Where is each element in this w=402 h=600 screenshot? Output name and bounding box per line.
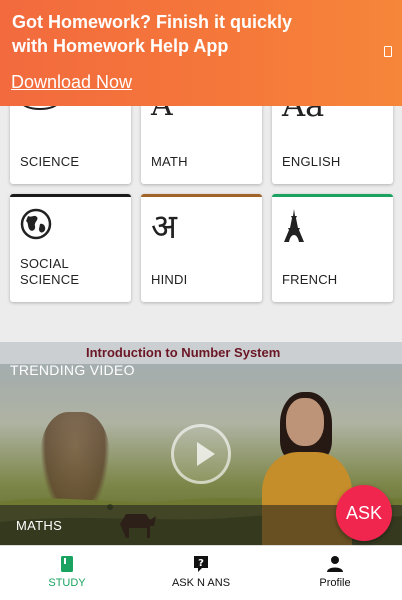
nav-item-profile[interactable]: Profile xyxy=(268,546,402,600)
subject-card-hindi[interactable]: अ HINDI xyxy=(141,194,262,302)
eiffel-tower-icon xyxy=(284,209,304,242)
nav-item-ask-n-ans[interactable]: ? ASK N ANS xyxy=(134,546,268,600)
close-icon[interactable] xyxy=(384,46,392,57)
video-subject: MATHS xyxy=(16,518,63,533)
promo-banner[interactable]: Got Homework? Finish it quickly with Hom… xyxy=(0,0,402,106)
svg-text:?: ? xyxy=(198,558,204,569)
book-icon xyxy=(61,556,73,572)
banner-line-1: Got Homework? Finish it quickly xyxy=(12,12,293,32)
banner-text: Got Homework? Finish it quickly with Hom… xyxy=(12,10,342,58)
subject-card-french[interactable]: FRENCH xyxy=(272,194,393,302)
section-title: TRENDING VIDEO xyxy=(10,362,135,378)
banner-line-2: with Homework Help App xyxy=(12,36,229,56)
question-icon: ? xyxy=(194,556,208,572)
nav-label: ASK N ANS xyxy=(171,577,231,589)
nav-label: Profile xyxy=(319,577,351,589)
subject-label-line2: SCIENCE xyxy=(20,272,80,287)
card-accent-bar xyxy=(272,194,393,197)
download-now-link[interactable]: Download Now xyxy=(11,72,132,93)
hindi-icon: अ xyxy=(151,207,177,247)
subject-label: SCIENCE xyxy=(20,154,80,169)
play-icon[interactable] xyxy=(171,424,231,484)
globe-icon xyxy=(20,208,52,240)
bottom-nav: STUDY ? ASK N ANS Profile xyxy=(0,545,402,600)
subject-label: ENGLISH xyxy=(282,154,341,169)
person-icon xyxy=(327,556,343,572)
subject-card-social-science[interactable]: SOCIAL SCIENCE xyxy=(10,194,131,302)
nav-label: STUDY xyxy=(48,577,86,589)
card-accent-bar xyxy=(10,194,131,197)
card-accent-bar xyxy=(141,194,262,197)
subject-label: MATH xyxy=(151,154,188,169)
app-screen: SCIENCE A MATH Aa ENGLISH SOCIAL SCIENCE… xyxy=(0,0,402,600)
nav-item-study[interactable]: STUDY xyxy=(0,546,134,600)
subject-label-line1: SOCIAL xyxy=(20,256,69,271)
ask-button[interactable]: ASK xyxy=(336,485,392,541)
subject-label: HINDI xyxy=(151,272,188,287)
subject-label: FRENCH xyxy=(282,272,338,287)
